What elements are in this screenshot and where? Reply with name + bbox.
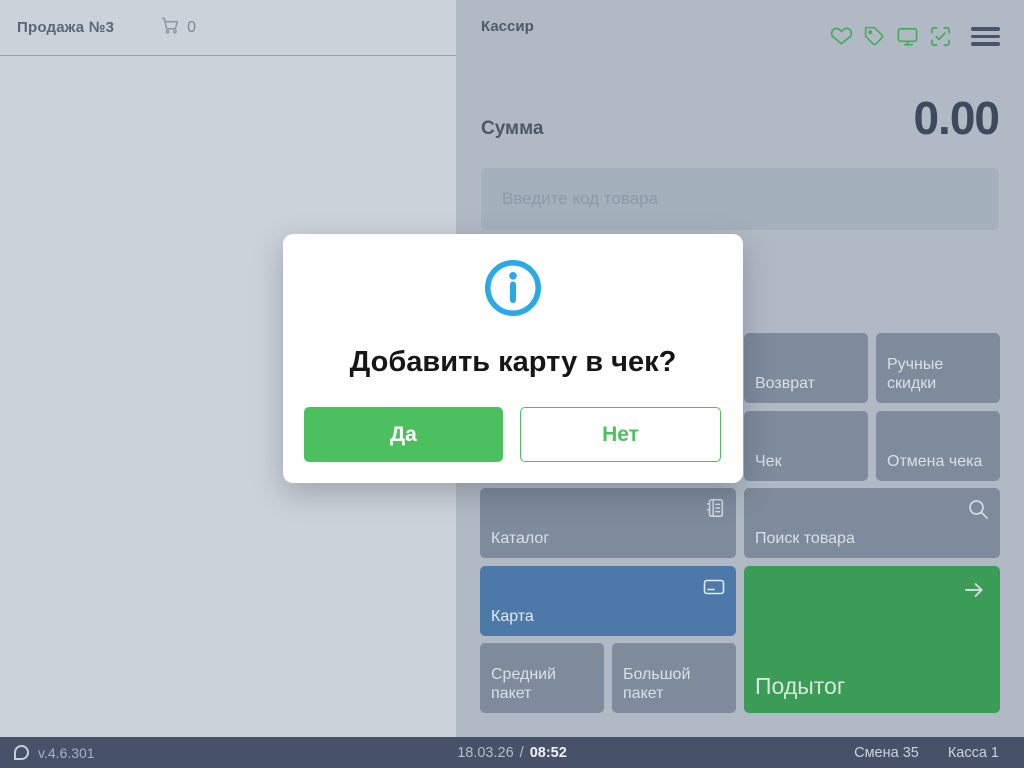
dialog-actions: Да Нет	[304, 407, 721, 462]
header-toolbar	[830, 25, 1000, 48]
arrow-right-icon	[961, 577, 987, 609]
catalog-label: Каталог	[491, 530, 549, 549]
status-bar: v.4.6.301 18.03.26 / 08:52 Смена 35 Касс…	[0, 737, 1024, 768]
register-label: Касса 1	[948, 745, 999, 761]
cashier-label: Кассир	[481, 18, 534, 35]
search-icon	[966, 497, 990, 527]
return-button[interactable]: Возврат	[744, 333, 868, 403]
large-bag-button[interactable]: Большой пакет	[612, 643, 736, 713]
sum-label: Сумма	[481, 118, 543, 140]
shift-label: Смена 35	[854, 745, 919, 761]
sale-header: Продажа №3 0	[0, 0, 456, 56]
medium-bag-label: Средний пакет	[491, 666, 593, 704]
status-right: Смена 35 Касса 1	[854, 737, 999, 768]
manual-discounts-label: Ручные скидки	[887, 356, 989, 394]
cart-count: 0	[187, 19, 196, 37]
card-icon	[702, 575, 726, 605]
cart-icon	[160, 15, 180, 40]
sum-value: 0.00	[913, 95, 999, 141]
large-bag-label: Большой пакет	[623, 666, 725, 704]
sum-row: Сумма 0.00	[481, 95, 999, 141]
dialog-title: Добавить карту в чек?	[283, 346, 743, 379]
cancel-receipt-button[interactable]: Отмена чека	[876, 411, 1000, 481]
add-card-dialog: Добавить карту в чек? Да Нет	[283, 234, 743, 483]
info-icon	[283, 259, 743, 322]
yes-button[interactable]: Да	[304, 407, 503, 462]
return-label: Возврат	[755, 375, 815, 394]
heart-icon[interactable]	[830, 25, 853, 48]
status-separator: /	[520, 745, 524, 761]
menu-icon[interactable]	[971, 25, 1000, 47]
cancel-receipt-label: Отмена чека	[887, 453, 982, 472]
catalog-icon	[704, 497, 726, 525]
catalog-button[interactable]: Каталог	[480, 488, 736, 558]
tag-icon[interactable]	[863, 25, 886, 48]
no-button[interactable]: Нет	[520, 407, 721, 462]
cart-counter: 0	[160, 15, 196, 40]
monitor-icon[interactable]	[896, 25, 919, 48]
product-code-input[interactable]	[481, 168, 999, 230]
status-time: 08:52	[530, 745, 567, 761]
card-label: Карта	[491, 608, 534, 627]
receipt-label: Чек	[755, 453, 782, 472]
status-date: 18.03.26	[457, 745, 513, 761]
subtotal-button[interactable]: Подытог	[744, 566, 1000, 714]
card-button[interactable]: Карта	[480, 566, 736, 636]
scan-check-icon[interactable]	[929, 25, 952, 48]
subtotal-label: Подытог	[755, 673, 845, 700]
receipt-button[interactable]: Чек	[744, 411, 868, 481]
product-search-label: Поиск товара	[755, 530, 855, 549]
medium-bag-button[interactable]: Средний пакет	[480, 643, 604, 713]
product-search-button[interactable]: Поиск товара	[744, 488, 1000, 558]
manual-discounts-button[interactable]: Ручные скидки	[876, 333, 1000, 403]
sale-title: Продажа №3	[17, 19, 114, 36]
